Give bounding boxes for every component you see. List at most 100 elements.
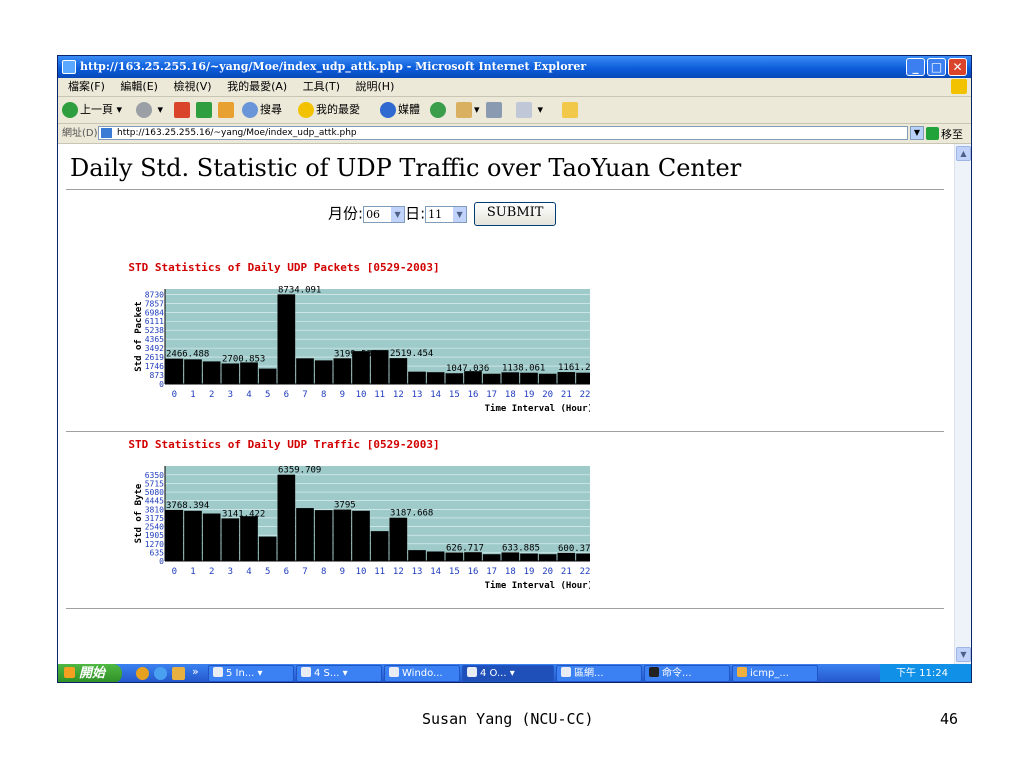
title-bar[interactable]: http://163.25.255.16/~yang/Moe/index_udp… [58,56,971,78]
y-tick-label: 5715 [145,479,164,488]
x-axis-label: Time Interval (Hour) [485,403,590,414]
folder-button[interactable] [562,101,580,119]
ie-icon [213,667,223,677]
start-button[interactable]: 開始 [58,664,122,682]
chart-packets: STD Statistics of Daily UDP Packets [052… [128,261,590,414]
history-button[interactable] [430,101,448,119]
print-button[interactable] [486,101,504,119]
month-select[interactable]: 06 ▼ [363,205,406,223]
task-cmd[interactable]: 命令... [644,665,730,682]
bar [557,372,576,384]
bar [520,553,538,561]
forward-button[interactable]: ▾ [136,101,163,119]
day-select[interactable]: 11 ▼ [425,205,468,223]
maximize-button[interactable]: □ [927,58,946,76]
bar [333,358,352,384]
close-button[interactable]: ✕ [948,58,967,76]
search-button[interactable]: 搜尋 [242,101,282,119]
back-button[interactable]: 上一頁 ▾ [62,101,122,119]
x-tick-label: 18 [505,390,516,400]
task-ie[interactable]: 5 In... ▾ [208,665,294,682]
quicklaunch-ie-icon[interactable] [154,667,167,680]
data-label: 600.379 [558,544,590,554]
bar [277,294,296,384]
menu-edit[interactable]: 編輯(E) [120,80,158,93]
x-tick-label: 6 [284,567,289,577]
chart-title: STD Statistics of Daily UDP Traffic [052… [128,438,439,451]
task-icmp[interactable]: icmp_... [732,665,818,682]
x-tick-label: 8 [321,567,326,577]
ie-window: http://163.25.255.16/~yang/Moe/index_udp… [57,55,972,683]
vertical-scrollbar[interactable]: ▲ ▼ [954,144,971,664]
y-tick-label: 6984 [145,308,164,317]
task-o[interactable]: 4 O... ▾ [462,665,554,682]
media-button[interactable]: 媒體 [380,101,420,119]
mail-button[interactable]: ▾ [456,101,480,119]
edit-button[interactable]: ▾ [516,101,543,119]
x-tick-label: 14 [430,567,441,577]
home-button[interactable] [218,101,236,119]
x-tick-label: 8 [321,390,326,400]
address-dropdown-icon[interactable]: ▼ [910,126,924,140]
media-player-icon [389,667,399,677]
bar [538,373,557,384]
quicklaunch-media-icon[interactable] [136,667,149,680]
clock[interactable]: 下午 11:24 [896,668,948,679]
folder-icon [562,102,578,118]
data-label: 3141.422 [222,509,265,519]
x-tick-label: 13 [412,567,423,577]
ie-page-icon [62,60,76,74]
data-label: 3795 [334,500,356,510]
bar [520,372,538,384]
favorites-button[interactable]: 我的最愛 [298,101,360,119]
bar [426,551,445,561]
bar [333,509,352,561]
printer-icon [486,102,502,118]
x-tick-label: 9 [340,567,345,577]
y-tick-label: 6111 [145,317,164,326]
bar [258,368,277,384]
address-input[interactable]: http://163.25.255.16/~yang/Moe/index_udp… [98,126,908,140]
submit-button[interactable]: SUBMIT [473,202,557,226]
stop-button[interactable] [174,101,192,119]
bar [165,509,184,561]
x-tick-label: 15 [449,567,460,577]
minimize-button[interactable]: _ [906,58,925,76]
bar [576,372,590,384]
x-tick-label: 14 [430,390,441,400]
x-tick-label: 13 [412,390,423,400]
x-tick-label: 2 [209,390,214,400]
task-windows[interactable]: Windo... [384,665,460,682]
divider [66,431,944,432]
y-tick-label: 8730 [145,290,164,299]
data-label: 1047.036 [446,364,489,374]
x-tick-label: 7 [302,390,307,400]
go-button[interactable]: 移至 [926,125,963,144]
chart-title: STD Statistics of Daily UDP Packets [052… [128,261,439,274]
refresh-button[interactable] [196,101,214,119]
y-tick-label: 3810 [145,505,164,514]
menu-file[interactable]: 檔案(F) [68,80,105,93]
bar [576,553,590,561]
task-network[interactable]: 區網... [556,665,642,682]
bar [482,554,501,561]
bar [165,358,184,384]
menu-view[interactable]: 檢視(V) [173,80,211,93]
quicklaunch-chevron-icon[interactable]: » [192,665,199,678]
bar [221,518,240,561]
menu-help[interactable]: 說明(H) [356,80,395,93]
x-tick-label: 19 [524,390,535,400]
quicklaunch-desktop-icon[interactable] [172,667,185,680]
page-content: Daily Std. Statistic of UDP Traffic over… [58,144,954,664]
task-s[interactable]: 4 S... ▾ [296,665,382,682]
y-axis-label: Std of Byte [134,483,144,543]
scroll-down-icon[interactable]: ▼ [956,647,971,662]
footer-author: Susan Yang (NCU-CC) [422,710,594,728]
menu-tools[interactable]: 工具(T) [303,80,340,93]
x-tick-label: 0 [172,567,177,577]
x-tick-label: 17 [486,567,497,577]
scroll-up-icon[interactable]: ▲ [956,146,971,161]
network-icon [561,667,571,677]
menu-favorites[interactable]: 我的最愛(A) [227,80,287,93]
x-tick-label: 20 [542,567,553,577]
